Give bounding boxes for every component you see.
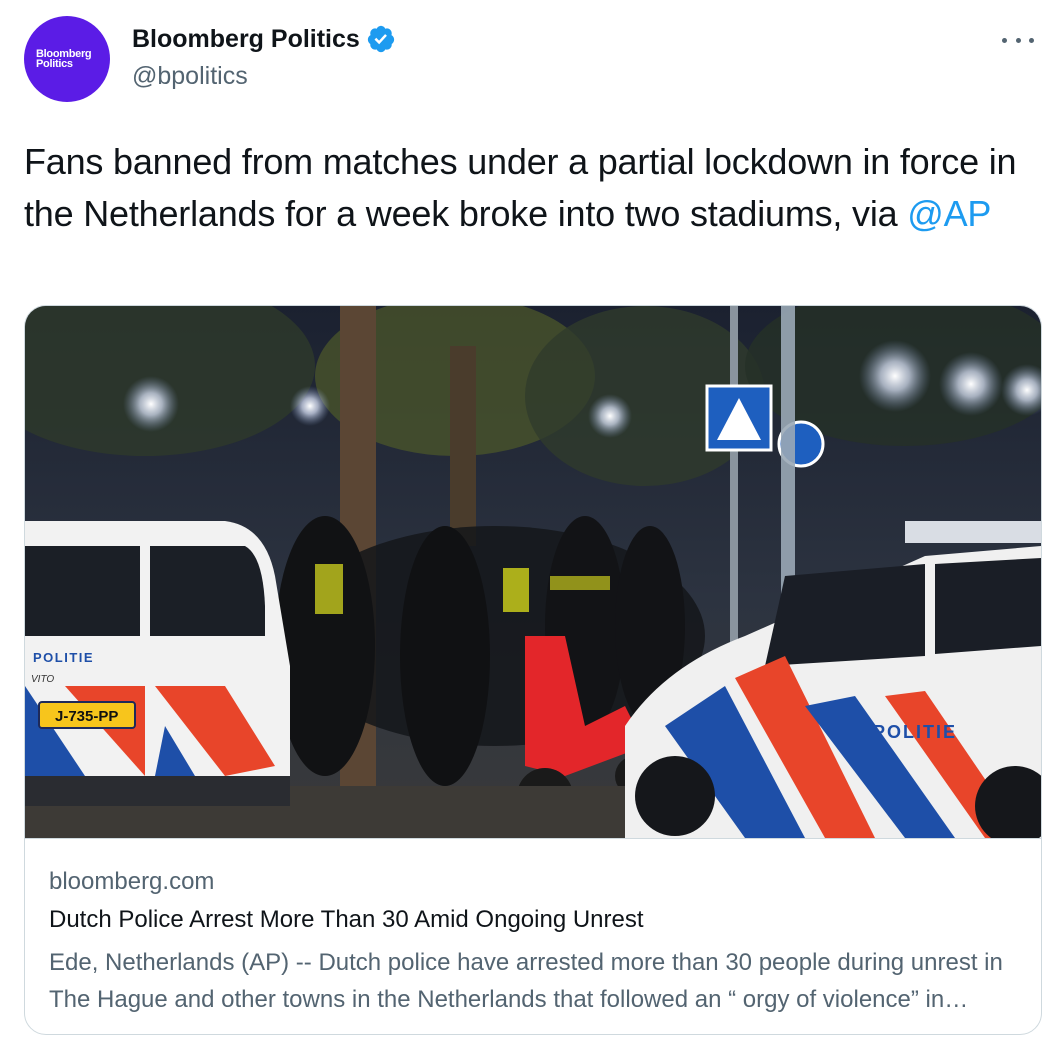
van-politie-label: POLITIE bbox=[33, 650, 94, 665]
card-image[interactable]: POLITIE VITO J-735-PP POLITIE bbox=[25, 306, 1041, 838]
more-horizontal-icon bbox=[1015, 37, 1021, 43]
card-divider bbox=[25, 838, 1041, 839]
card-title: Dutch Police Arrest More Than 30 Amid On… bbox=[49, 906, 644, 933]
avatar-logo-text: Bloomberg Politics bbox=[36, 48, 92, 70]
link-card[interactable]: POLITIE VITO J-735-PP POLITIE bloomberg.… bbox=[24, 305, 1042, 1035]
verified-badge-icon bbox=[367, 25, 394, 53]
card-domain: bloomberg.com bbox=[49, 868, 215, 895]
author-name-row: Bloomberg Politics bbox=[132, 24, 396, 54]
license-plate: J-735-PP bbox=[55, 708, 118, 725]
card-description: Ede, Netherlands (AP) -- Dutch police ha… bbox=[49, 949, 1003, 1013]
more-horizontal-icon bbox=[1002, 37, 1007, 43]
car-politie-label: POLITIE bbox=[873, 722, 957, 742]
more-horizontal-icon bbox=[1029, 37, 1034, 43]
mention-link[interactable]: @AP bbox=[907, 193, 991, 234]
van-model-label: VITO bbox=[31, 674, 54, 685]
author-name[interactable]: Bloomberg Politics bbox=[132, 25, 360, 54]
tweet-text: Fans banned from matches under a partial… bbox=[24, 136, 1044, 240]
tweet-body: Fans banned from matches under a partial… bbox=[24, 141, 1017, 234]
avatar[interactable]: Bloomberg Politics bbox=[24, 16, 110, 102]
more-options-button[interactable] bbox=[1002, 28, 1034, 52]
author-handle[interactable]: @bpolitics bbox=[132, 62, 248, 91]
tweet: Bloomberg Politics Bloomberg Politics @b… bbox=[0, 0, 1062, 1054]
